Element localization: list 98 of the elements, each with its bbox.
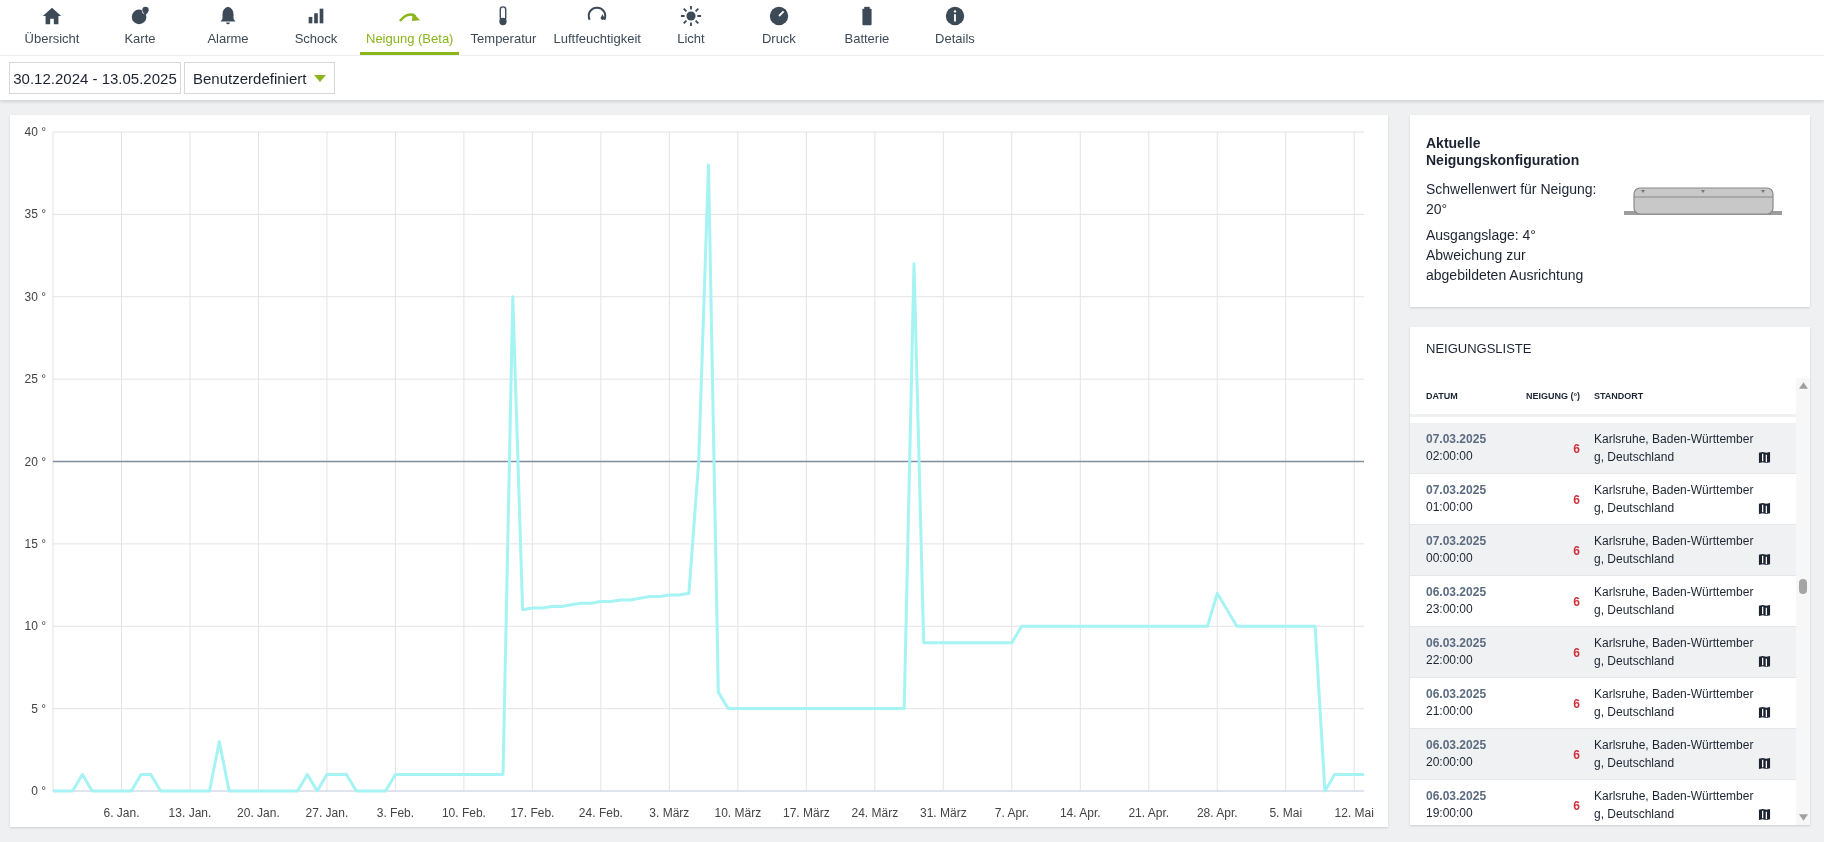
baseline-note: Abweichung zur abgebildeten Ausrichtung: [1426, 245, 1585, 285]
location-text: Karlsruhe, Baden-Württemberg, Deutschland: [1594, 635, 1754, 670]
threshold-value: 20°: [1426, 199, 1449, 219]
location-text: Karlsruhe, Baden-Württemberg, Deutschland: [1594, 686, 1754, 721]
x-axis-label: 6. Jan.: [103, 806, 140, 820]
map-icon[interactable]: [1758, 553, 1771, 566]
x-axis-label: 21. Apr.: [1128, 806, 1170, 820]
x-axis-label: 31. März: [919, 806, 967, 820]
x-axis-label: 28. Apr.: [1196, 806, 1238, 820]
y-axis-label: 10 °: [24, 619, 46, 634]
nav-tab[interactable]: Batterie: [822, 0, 911, 55]
y-axis-label: 40 °: [24, 125, 46, 139]
x-axis-label: 12. Mai: [1334, 806, 1374, 820]
date-text: 06.03.2025: [1426, 686, 1488, 703]
y-axis-label: 0 °: [31, 784, 46, 798]
map-icon[interactable]: [1758, 502, 1771, 515]
nav-tab[interactable]: Druck: [734, 0, 823, 55]
map-icon[interactable]: [1758, 655, 1771, 668]
time-text: 23:00:00: [1426, 601, 1474, 618]
tilt-value: 6: [1573, 697, 1580, 711]
date-text: 06.03.2025: [1426, 788, 1488, 805]
x-axis-label: 10. März: [714, 806, 762, 820]
x-axis-label: 5. Mai: [1269, 806, 1303, 820]
period-dropdown[interactable]: Benutzerdefiniert: [184, 62, 336, 94]
x-axis-label: 27. Jan.: [305, 806, 349, 820]
location-text: Karlsruhe, Baden-Württemberg, Deutschland: [1594, 737, 1754, 772]
location-text: Karlsruhe, Baden-Württemberg, Deutschland: [1594, 533, 1754, 568]
x-axis-label: 17. März: [783, 806, 830, 820]
y-axis-label: 30 °: [24, 289, 46, 304]
baseline-text: Ausgangslage: 4°: [1426, 225, 1537, 245]
tilt-value: 6: [1573, 493, 1580, 507]
scrollbar[interactable]: [1796, 378, 1810, 825]
location-text: Karlsruhe, Baden-Württemberg, Deutschland: [1594, 584, 1754, 619]
column-header: DATUM: [1425, 391, 1459, 401]
time-text: 22:00:00: [1426, 652, 1474, 669]
time-text: 21:00:00: [1426, 703, 1474, 720]
tilt-value: 6: [1573, 442, 1580, 456]
scrollbar-thumb[interactable]: [1799, 579, 1807, 594]
date-text: 06.03.2025: [1426, 737, 1488, 754]
tilt-value: 6: [1573, 646, 1580, 660]
caret-icon: [314, 74, 327, 82]
nav-tab[interactable]: Licht: [646, 0, 735, 55]
x-axis-label: 7. Apr.: [994, 806, 1029, 820]
x-axis-label: 14. Apr.: [1059, 806, 1101, 820]
map-icon[interactable]: [1758, 604, 1771, 617]
tilt-value: 6: [1573, 799, 1580, 813]
nav-tab[interactable]: Temperatur: [459, 0, 548, 55]
nav-tab[interactable]: Details: [910, 0, 999, 55]
y-axis-label: 15 °: [24, 536, 46, 551]
home-icon: [41, 5, 63, 27]
date-text: 07.03.2025: [1426, 533, 1488, 550]
time-text: 01:00:00: [1426, 499, 1474, 516]
y-axis-label: 25 °: [24, 372, 46, 387]
x-axis-label: 24. Feb.: [578, 806, 623, 820]
nav-tab[interactable]: Alarme: [184, 0, 272, 55]
column-header: NEIGUNG (°): [1524, 391, 1581, 401]
list-title: NEIGUNGSLISTE: [1425, 340, 1533, 358]
nav-tab[interactable]: Karte: [96, 0, 184, 55]
time-text: 02:00:00: [1426, 448, 1474, 465]
time-text: 00:00:00: [1426, 550, 1474, 567]
date-text: 07.03.2025: [1426, 482, 1488, 499]
sun-icon: [679, 5, 702, 27]
globe-icon: [129, 5, 151, 27]
nav-tab[interactable]: Schock: [272, 0, 360, 55]
x-axis-label: 24. März: [851, 806, 899, 820]
date-text: 07.03.2025: [1426, 431, 1488, 448]
location-text: Karlsruhe, Baden-Württemberg, Deutschland: [1594, 482, 1754, 517]
column-header: STANDORT: [1594, 391, 1645, 401]
threshold-label: Schwellenwert für Neigung:: [1426, 179, 1598, 199]
map-icon[interactable]: [1758, 757, 1771, 770]
info-icon: [943, 5, 966, 27]
map-icon[interactable]: [1758, 706, 1771, 719]
location-text: Karlsruhe, Baden-Württemberg, Deutschland: [1594, 431, 1754, 466]
dial-icon: [767, 5, 790, 27]
tilt-value: 6: [1573, 595, 1580, 609]
y-axis-label: 35 °: [24, 207, 46, 222]
location-text: Karlsruhe, Baden-Württemberg, Deutschland: [1594, 788, 1754, 823]
tilt-icon: [398, 10, 421, 23]
tilt-value: 6: [1573, 544, 1580, 558]
x-axis-label: 17. Feb.: [510, 806, 555, 820]
x-axis-label: 20. Jan.: [237, 806, 280, 820]
date-text: 06.03.2025: [1426, 584, 1488, 601]
x-axis-label: 3. März: [649, 806, 690, 820]
tilt-value: 6: [1573, 748, 1580, 762]
nav-tab[interactable]: Übersicht: [8, 0, 96, 55]
date-range-field[interactable]: 30.12.2024 - 13.05.2025: [9, 62, 181, 94]
time-text: 20:00:00: [1426, 754, 1474, 771]
x-axis-label: 3. Feb.: [376, 806, 415, 820]
time-text: 19:00:00: [1426, 805, 1474, 822]
y-axis-label: 20 °: [24, 454, 46, 469]
card-title: Aktuelle Neigungskonfiguration: [1426, 135, 1581, 169]
x-axis-label: 10. Feb.: [441, 806, 486, 820]
y-axis-label: 5 °: [31, 701, 46, 716]
nav-tab[interactable]: Luftfeuchtigkeit: [547, 0, 647, 55]
map-icon[interactable]: [1758, 808, 1771, 821]
date-text: 06.03.2025: [1426, 635, 1488, 652]
x-axis-label: 13. Jan.: [168, 806, 212, 820]
map-icon[interactable]: [1758, 451, 1771, 464]
